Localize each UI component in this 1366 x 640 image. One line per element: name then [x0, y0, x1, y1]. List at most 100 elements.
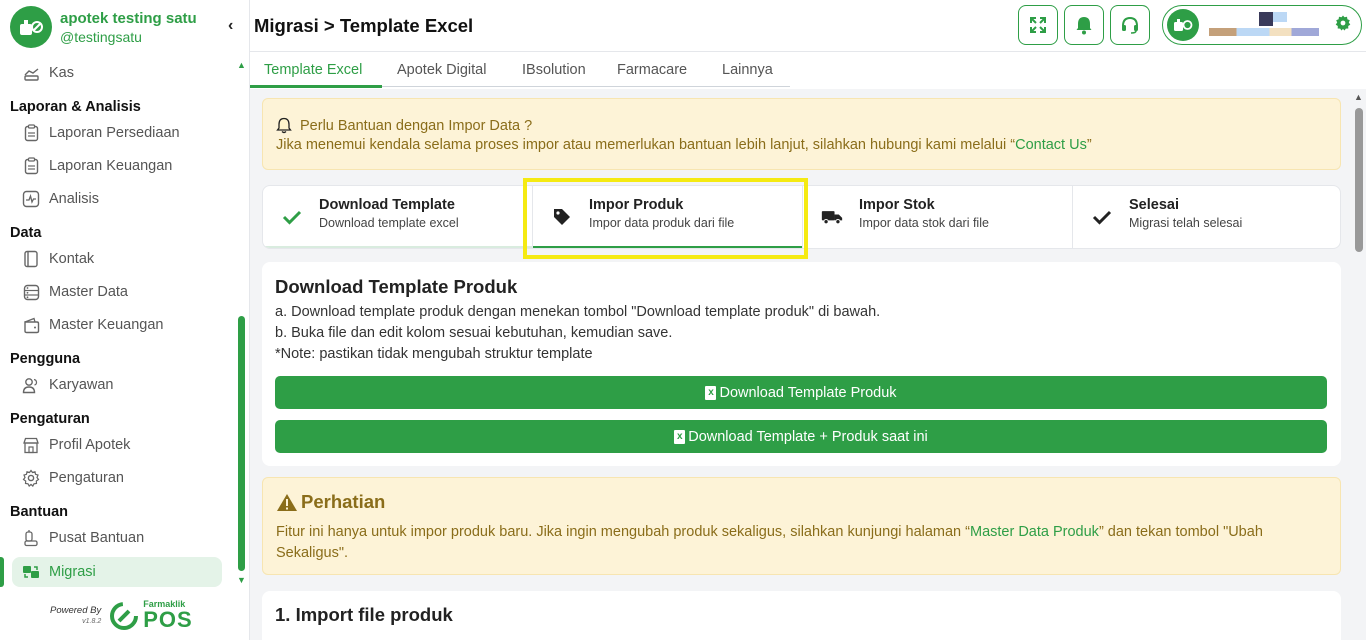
warning-icon [277, 493, 297, 511]
sidebar-item-pusat-bantuan[interactable]: Pusat Bantuan [12, 523, 222, 553]
sidebar-item-laporan-keuangan[interactable]: Laporan Keuangan [12, 151, 222, 181]
top-header: Migrasi > Template Excel [250, 0, 1366, 52]
database-icon [22, 283, 40, 301]
bell-icon [1076, 17, 1092, 35]
scroll-up-icon[interactable]: ▲ [237, 60, 246, 70]
truck-icon [821, 206, 843, 228]
main-scrollbar[interactable]: ▲ [1352, 90, 1366, 640]
sidebar-item-label: Pengaturan [49, 470, 124, 486]
migrate-icon [22, 563, 40, 581]
logo-big-text: POS [143, 607, 193, 632]
pharmacy-logo-icon [1174, 19, 1193, 31]
sidebar-item-label: Karyawan [49, 377, 114, 393]
user-menu[interactable] [1162, 5, 1362, 45]
notice-body-end: ” [1086, 137, 1092, 153]
sidebar-item-karyawan[interactable]: Karyawan [12, 370, 222, 400]
brand[interactable]: apotek testing satu @testingsatu [10, 6, 197, 48]
contact-us-link[interactable]: Contact Us [1015, 137, 1087, 153]
sidebar-item-kas[interactable]: Kas [12, 58, 222, 88]
active-tab-indicator [250, 85, 382, 88]
instruction-a: a. Download template produk dengan menek… [275, 304, 881, 320]
clipboard-icon [22, 157, 40, 175]
notification-button[interactable] [1064, 5, 1104, 45]
tab-lainnya[interactable]: Lainnya [722, 62, 773, 78]
sidebar-item-master-data[interactable]: Master Data [12, 277, 222, 307]
clipboard-icon [22, 124, 40, 142]
sidebar-item-pengaturan[interactable]: Pengaturan [12, 463, 222, 493]
step-highlight-box [523, 178, 808, 259]
sidebar-item-profil-apotek[interactable]: Profil Apotek [12, 430, 222, 460]
powered-by: Powered By v1.8.2 Farmaklik POS [50, 600, 193, 631]
tab-bar: Template Excel Apotek Digital IBsolution… [250, 52, 1366, 89]
store-icon [22, 436, 40, 454]
sidebar-item-label: Master Data [49, 284, 128, 300]
bell-icon [276, 117, 292, 134]
step-title: Download Template [319, 197, 455, 213]
excel-file-icon: x [674, 429, 686, 444]
menu-header-bantuan: Bantuan [10, 504, 68, 520]
checkmark-icon [1091, 206, 1113, 228]
scroll-down-icon[interactable]: ▼ [237, 575, 246, 585]
sidebar-scrollbar[interactable]: ▲ ▼ [235, 58, 249, 588]
download-template-button[interactable]: x Download Template Produk [275, 376, 1327, 409]
step-download-template[interactable]: Download Template Download template exce… [263, 186, 532, 248]
tab-farmacare[interactable]: Farmacare [617, 62, 687, 78]
sidebar-item-kontak[interactable]: Kontak [12, 244, 222, 274]
sidebar: apotek testing satu @testingsatu ‹ Kas L… [0, 0, 250, 640]
fullscreen-button[interactable] [1018, 5, 1058, 45]
collapse-sidebar-button[interactable]: ‹ [228, 17, 233, 35]
sidebar-item-migrasi[interactable]: Migrasi [12, 557, 222, 587]
sidebar-item-label: Master Keuangan [49, 317, 164, 333]
wallet-icon [22, 316, 40, 334]
instruction-b: b. Buka file dan edit kolom sesuai kebut… [275, 325, 673, 341]
redacted-username [1209, 28, 1319, 36]
sidebar-scroll-thumb[interactable] [238, 316, 245, 571]
sidebar-item-label: Kontak [49, 251, 95, 267]
step-title: Impor Stok [859, 197, 935, 213]
step-progress-bar [263, 246, 532, 248]
help-notice: Perlu Bantuan dengan Impor Data ? Jika m… [262, 98, 1341, 170]
step-selesai[interactable]: Selesai Migrasi telah selesai [1073, 186, 1340, 248]
sidebar-item-analisis[interactable]: Analisis [12, 184, 222, 214]
warning-title: Perhatian [301, 491, 386, 512]
card-title: 1. Import file produk [275, 604, 453, 625]
support-button[interactable] [1110, 5, 1150, 45]
card-title: Download Template Produk [275, 276, 518, 297]
sidebar-item-label: Migrasi [49, 564, 96, 580]
gear-icon[interactable] [1335, 15, 1351, 36]
sidebar-item-label: Kas [49, 65, 74, 81]
notice-title: Perlu Bantuan dengan Impor Data ? [300, 117, 533, 134]
version-label: v1.8.2 [82, 617, 102, 625]
help-hand-icon [22, 529, 40, 547]
step-subtitle: Download template excel [319, 216, 459, 230]
farmaklik-logo-icon [110, 601, 139, 630]
excel-file-icon: x [705, 385, 717, 400]
warning-body: Fitur ini hanya untuk impor produk baru.… [276, 524, 970, 540]
download-template-with-products-button[interactable]: x Download Template + Produk saat ini [275, 420, 1327, 453]
page-title: Migrasi > Template Excel [254, 15, 474, 36]
button-label: Download Template Produk [719, 384, 897, 401]
step-impor-stok[interactable]: Impor Stok Impor data stok dari file [803, 186, 1072, 248]
menu-header-data: Data [10, 225, 42, 241]
warning-notice: Perhatian Fitur ini hanya untuk impor pr… [262, 477, 1341, 575]
step-title: Selesai [1129, 197, 1179, 213]
pharmacy-logo-icon [10, 6, 52, 48]
contact-book-icon [22, 250, 40, 268]
sidebar-item-laporan-persediaan[interactable]: Laporan Persediaan [12, 118, 222, 148]
users-icon [22, 376, 40, 394]
notice-body: Jika menemui kendala selama proses impor… [276, 137, 1016, 153]
farmaklik-logo: Farmaklik POS [109, 600, 192, 631]
scroll-up-icon[interactable]: ▲ [1354, 92, 1363, 102]
sidebar-item-master-keuangan[interactable]: Master Keuangan [12, 310, 222, 340]
powered-by-label: Powered By [50, 604, 102, 616]
main-scroll-thumb[interactable] [1355, 108, 1363, 252]
cash-icon [22, 64, 40, 82]
import-file-card: 1. Import file produk [262, 591, 1341, 640]
headset-icon [1122, 16, 1138, 34]
tab-ibsolution[interactable]: IBsolution [522, 62, 586, 78]
master-data-produk-link[interactable]: Master Data Produk [970, 524, 1099, 540]
redacted-username [1273, 12, 1287, 22]
tab-template-excel[interactable]: Template Excel [264, 62, 362, 78]
tab-apotek-digital[interactable]: Apotek Digital [397, 62, 486, 78]
button-label: Download Template + Produk saat ini [688, 428, 928, 445]
